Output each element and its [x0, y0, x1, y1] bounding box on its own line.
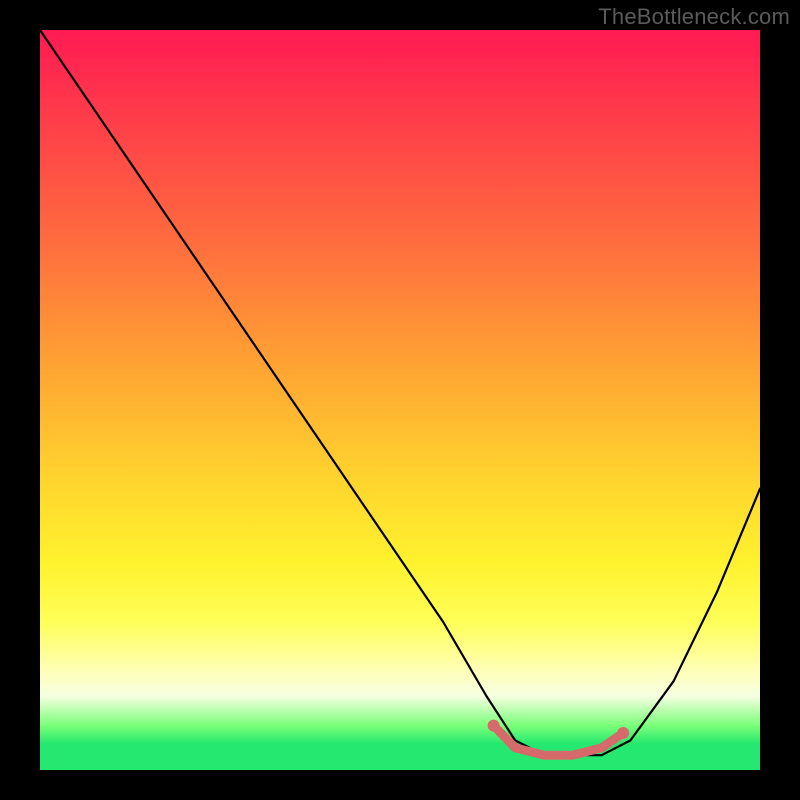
optimal-highlight-endpoint-left	[488, 720, 500, 732]
optimal-highlight-endpoint-right	[617, 727, 629, 739]
plot-area	[40, 30, 760, 770]
curve-layer	[40, 30, 760, 770]
bottleneck-curve	[40, 30, 760, 755]
chart-frame: TheBottleneck.com	[0, 0, 800, 800]
watermark-text: TheBottleneck.com	[598, 4, 790, 30]
optimal-highlight	[494, 726, 624, 756]
